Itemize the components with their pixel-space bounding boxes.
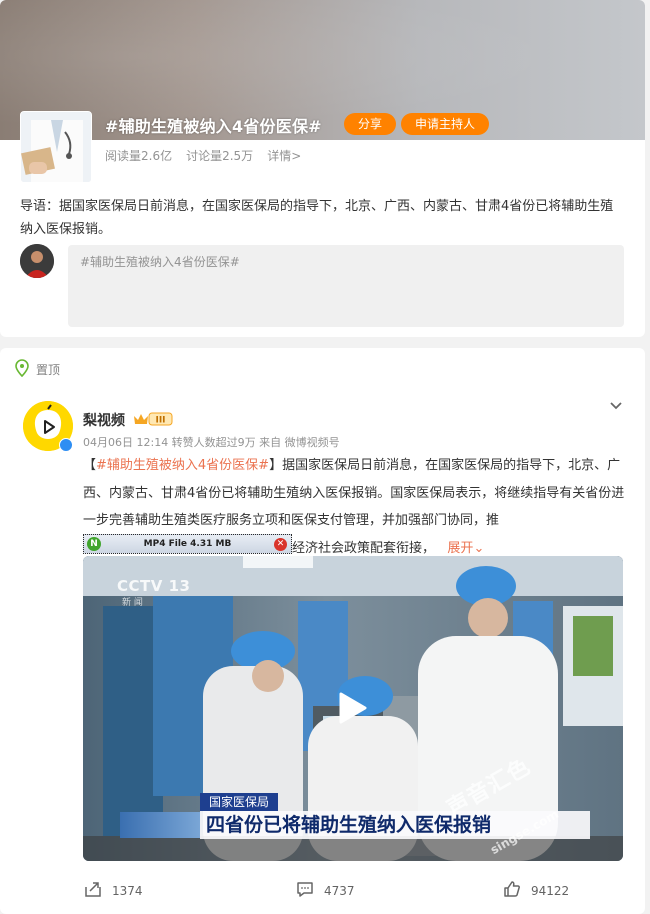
mp4-download-bar[interactable]: N MP4 File 4.31 MB ✕: [83, 534, 292, 554]
repost-button[interactable]: 1374: [84, 880, 143, 901]
hashtag-link[interactable]: #辅助生殖被纳入4省份医保#: [96, 458, 269, 473]
level-badge-text: III: [155, 416, 165, 426]
comment-icon: [296, 880, 314, 901]
close-icon[interactable]: ✕: [274, 537, 287, 551]
topic-lead: 导语：据国家医保局日前消息，在国家医保局的指导下，北京、广西、内蒙古、甘肃4省份…: [20, 199, 614, 237]
expand-link[interactable]: 展开⌄: [447, 541, 484, 556]
bracket-open: 【: [83, 458, 97, 473]
repost-count: 1374: [112, 883, 143, 898]
pinned-indicator: 置顶: [14, 359, 60, 380]
repost-icon: [84, 880, 102, 901]
comment-button[interactable]: 4737: [296, 880, 355, 901]
like-count: 94122: [531, 883, 570, 898]
topic-stats: 阅读量2.6亿 讨论量2.5万 详情>: [105, 147, 301, 164]
topic-thumbnail: [20, 111, 92, 183]
channel-logo: CCTV 13: [117, 577, 191, 595]
play-icon[interactable]: [333, 690, 369, 726]
member-crown-icon[interactable]: III: [132, 411, 174, 431]
channel-sub-label: 新 闻: [122, 598, 143, 608]
compose-input[interactable]: #辅助生殖被纳入4省份医保#: [68, 245, 624, 327]
user-avatar[interactable]: [20, 244, 54, 278]
comment-count: 4737: [324, 883, 355, 898]
verified-badge-icon: [59, 438, 73, 452]
caption-thumbnail: [120, 812, 200, 838]
pin-label: 置顶: [36, 363, 61, 377]
expand-chevron-icon: ⌄: [473, 540, 485, 556]
expand-label: 展开: [447, 540, 474, 556]
mp4-label: MP4 File 4.31 MB: [143, 539, 232, 549]
share-button[interactable]: 分享: [344, 113, 396, 135]
thumbs-up-icon: [503, 880, 521, 901]
caption-tag: 国家医保局: [200, 793, 278, 811]
bracket-close: 】: [269, 458, 283, 473]
topic-banner: [0, 0, 645, 140]
pin-icon: [14, 359, 30, 380]
post-meta: 04月06日 12:14 转赞人数超过9万 来自 微博视频号: [83, 436, 340, 449]
detail-link[interactable]: 详情>: [267, 147, 301, 164]
chevron-down-icon[interactable]: [608, 398, 624, 418]
read-count: 阅读量2.6亿: [105, 149, 173, 163]
topic-title: #辅助生殖被纳入4省份医保#: [105, 117, 322, 136]
apply-host-button[interactable]: 申请主持人: [401, 113, 489, 135]
discuss-count: 讨论量2.5万: [186, 149, 254, 163]
like-button[interactable]: 94122: [503, 880, 569, 901]
download-manager-icon: N: [87, 537, 101, 551]
post-text-tail: 经济社会政策配套衔接，: [292, 540, 436, 556]
author-name[interactable]: 梨视频: [83, 410, 125, 430]
